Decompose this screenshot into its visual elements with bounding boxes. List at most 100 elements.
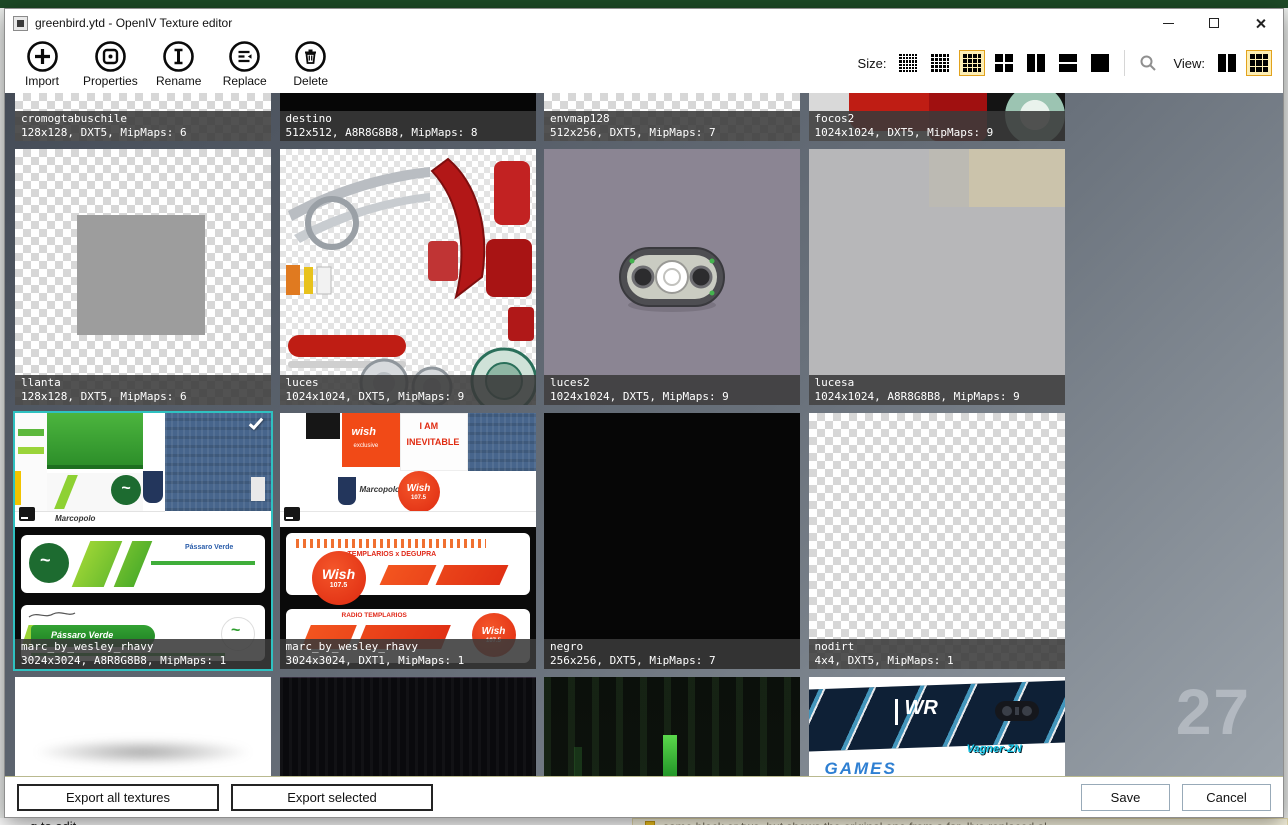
decor — [1005, 54, 1013, 62]
decor: Properties — [83, 74, 138, 88]
decor — [1256, 60, 1261, 65]
properties-button[interactable]: Properties — [83, 40, 138, 88]
decor — [973, 59, 977, 63]
rename-button[interactable]: Rename — [154, 40, 204, 88]
decor: exclusive — [354, 443, 379, 449]
delete-button[interactable]: Delete — [286, 40, 336, 88]
texture-tile[interactable]: negro256x256, DXT5, MipMaps: 7 — [544, 413, 800, 669]
replace-icon — [228, 40, 261, 73]
decor — [939, 54, 942, 57]
size-option-medium[interactable] — [960, 51, 984, 75]
texture-tile[interactable]: wish exclusive I AM INEVITABLE Marcopolo… — [280, 413, 536, 669]
decor — [935, 58, 938, 61]
decor — [903, 70, 905, 72]
decor — [906, 57, 908, 59]
texture-tile[interactable]: focos21024x1024, DXT5, MipMaps: 9 — [809, 93, 1065, 141]
decor — [280, 149, 536, 405]
decor — [1263, 54, 1268, 59]
texture-label: cromogtabuschile128x128, DXT5, MipMaps: … — [15, 111, 271, 141]
decor — [710, 291, 715, 296]
delete-icon — [294, 40, 327, 73]
decor: Marcopolo — [55, 514, 95, 523]
size-option-small[interactable] — [928, 51, 952, 75]
export-all-button[interactable]: Export all textures — [17, 784, 219, 811]
texture-tile[interactable] — [15, 677, 271, 776]
texture-art-lucesa — [809, 149, 1065, 405]
decor — [906, 70, 908, 72]
texture-tile[interactable]: luces21024x1024, DXT5, MipMaps: 9 — [544, 149, 800, 405]
decor — [1027, 54, 1035, 72]
export-selected-button[interactable]: Export selected — [231, 784, 433, 811]
decor — [978, 68, 982, 72]
texture-count-watermark: 27 — [1176, 675, 1251, 749]
texture-tile[interactable]: luces1024x1024, DXT5, MipMaps: 9 — [280, 149, 536, 405]
texture-art-luces2 — [544, 149, 800, 405]
decor — [77, 215, 205, 335]
decor — [710, 259, 715, 264]
maximize-button[interactable] — [1191, 9, 1237, 37]
decor — [342, 413, 400, 467]
save-button[interactable]: Save — [1081, 784, 1170, 811]
decor — [630, 259, 635, 264]
texture-tile[interactable]: envmap128512x256, DXT5, MipMaps: 7 — [544, 93, 800, 141]
texture-label: luces21024x1024, DXT5, MipMaps: 9 — [544, 375, 800, 405]
background-highlight-text: same block or two, but shows the origina… — [663, 820, 1047, 825]
decor: 107.5 — [330, 582, 348, 589]
view-option-grid[interactable] — [1247, 51, 1271, 75]
texture-tile[interactable]: WR Vagner-ZN GAMES — [809, 677, 1065, 776]
import-button[interactable]: Import — [17, 40, 67, 88]
texture-meta: 1024x1024, DXT5, MipMaps: 9 — [550, 390, 794, 404]
decor — [995, 54, 1003, 62]
texture-meta: 3024x3024, A8R8G8B8, MipMaps: 1 — [21, 654, 265, 668]
cancel-button[interactable]: Cancel — [1182, 784, 1271, 811]
decor — [943, 65, 946, 68]
size-option-large[interactable] — [992, 51, 1016, 75]
decor — [909, 64, 911, 66]
texture-tile[interactable]: destino512x512, A8R8G8B8, MipMaps: 8 — [280, 93, 536, 141]
size-label: Size: — [858, 56, 887, 71]
texture-meta: 1024x1024, DXT5, MipMaps: 9 — [815, 126, 1059, 140]
decor — [297, 43, 325, 71]
size-option-wide[interactable] — [1056, 51, 1080, 75]
texture-art-wr_games: WR Vagner-ZN GAMES — [809, 677, 1065, 776]
decor — [903, 60, 905, 62]
decor: Import — [25, 74, 59, 88]
size-option-tiny[interactable] — [896, 51, 920, 75]
decor — [1091, 54, 1109, 72]
minimize-icon — [1163, 23, 1174, 24]
decor — [899, 57, 901, 59]
decor — [310, 56, 312, 61]
texture-tile[interactable] — [280, 677, 536, 776]
decor — [943, 62, 946, 65]
decor: Vagner-ZN — [967, 743, 1022, 755]
texture-tile[interactable]: llanta128x128, DXT5, MipMaps: 6 — [15, 149, 271, 405]
texture-name: lucesa — [815, 376, 1059, 390]
decor — [939, 69, 942, 72]
replace-button[interactable]: Replace — [220, 40, 270, 88]
close-button[interactable] — [1237, 9, 1283, 37]
texture-tile[interactable] — [544, 677, 800, 776]
decor — [306, 413, 340, 439]
texture-tile[interactable]: lucesa1024x1024, A8R8G8B8, MipMaps: 9 — [809, 149, 1065, 405]
texture-tile[interactable]: nodirt4x4, DXT5, MipMaps: 1 — [809, 413, 1065, 669]
texture-tile[interactable]: ~ Marcopolo ~ Pássaro Verde Pássaro Verd… — [15, 413, 271, 669]
decor — [1250, 67, 1255, 72]
minimize-button[interactable] — [1145, 9, 1191, 37]
decor: Wish107.5 — [312, 551, 366, 605]
decor: wish — [352, 426, 376, 438]
size-option-full[interactable] — [1088, 51, 1112, 75]
texture-tile[interactable]: cromogtabuschile128x128, DXT5, MipMaps: … — [15, 93, 271, 141]
decor — [288, 335, 406, 357]
texture-meta: 3024x3024, DXT1, MipMaps: 1 — [286, 654, 530, 668]
titlebar[interactable]: greenbird.ytd - OpenIV Texture editor — [5, 9, 1283, 37]
size-option-xlarge[interactable] — [1024, 51, 1048, 75]
decor — [939, 58, 942, 61]
decor — [1263, 67, 1268, 72]
close-icon — [1255, 18, 1266, 29]
window-controls — [1145, 9, 1283, 37]
search-button[interactable] — [1137, 52, 1159, 74]
search-icon — [1139, 54, 1157, 72]
decor — [903, 54, 905, 56]
view-option-columns[interactable] — [1215, 51, 1239, 75]
decor — [909, 60, 911, 62]
